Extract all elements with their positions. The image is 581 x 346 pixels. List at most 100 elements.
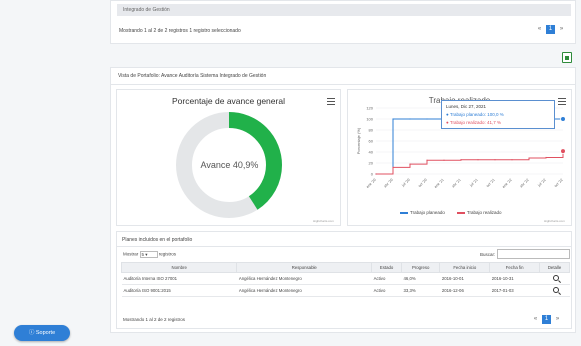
table-row: Auditoría ISO 9001:2015 Angélica Hernánde…	[121, 284, 570, 297]
previous-panel-header: Integrado de Gestión	[117, 4, 571, 16]
search-label: Buscar:	[480, 252, 496, 257]
plans-table-card: Planes incluidos en el portafolio Mostra…	[116, 231, 572, 329]
table-pager: « 1 »	[531, 315, 562, 324]
data-point	[528, 157, 530, 159]
column-header[interactable]: Fecha inicio	[439, 262, 491, 273]
data-point	[511, 159, 513, 161]
x-tick-label: jul '22	[537, 178, 547, 188]
x-tick-label: jul '20	[401, 178, 411, 188]
plans-table-title: Planes incluidos en el portafolio	[122, 237, 193, 243]
detail-cell[interactable]	[539, 284, 570, 297]
column-header[interactable]: Fecha fin	[489, 262, 541, 273]
tooltip-planned: ● Trabajo planeado: 100,0 %	[446, 112, 504, 117]
data-point	[460, 159, 462, 161]
data-point	[392, 118, 394, 120]
x-tick-label: oct '20	[417, 178, 427, 188]
pager-prev[interactable]: «	[531, 315, 540, 324]
data-point	[443, 159, 445, 161]
portfolio-panel: Vista de Portafolio: Avance Auditoría Si…	[110, 67, 576, 333]
progress-donut-card: Porcentaje de avance general Avance 40,9…	[116, 89, 341, 226]
table-cell: Angélica Hernández Montenegro	[236, 272, 372, 285]
table-cell: 2016-10-31	[489, 272, 540, 285]
table-row: Auditoría Interna ISO 27001 Angélica Hern…	[121, 272, 570, 285]
column-header[interactable]: Progreso	[401, 262, 441, 273]
x-tick-label: ene '21	[434, 178, 445, 189]
x-tick-label: oct '22	[553, 178, 563, 188]
line-legend: Trabajo planeado Trabajo realizado	[400, 210, 501, 215]
data-point	[545, 156, 547, 159]
x-tick-label: abr '21	[451, 178, 462, 189]
column-header[interactable]: Detalle	[539, 262, 570, 273]
x-tick-label: jul '21	[469, 178, 479, 188]
table-cell: 46,0%	[401, 272, 440, 285]
line-credit: Highcharts.com	[544, 219, 565, 223]
data-point	[409, 118, 411, 120]
detail-cell[interactable]	[539, 272, 570, 285]
support-button[interactable]: ⓘ Soporte	[14, 325, 70, 341]
table-cell: 2016-10-01	[439, 272, 490, 285]
x-tick-label: ene '22	[502, 178, 513, 189]
highlighted-point	[560, 148, 566, 154]
page-length-control: Mostrar 5 ▾ registros	[123, 251, 177, 258]
table-cell: Activo	[371, 272, 402, 285]
table-cell: Activo	[371, 284, 402, 297]
y-tick-label: 20	[369, 161, 374, 166]
previous-panel-info: Mostrando 1 al 2 de 2 registros 1 regist…	[119, 28, 241, 34]
pager-page-1[interactable]: 1	[546, 25, 555, 34]
legend-item-planned[interactable]: Trabajo planeado	[400, 210, 445, 215]
table-cell: Auditoría ISO 9001:2015	[121, 284, 237, 297]
search-icon[interactable]	[552, 287, 559, 293]
search-icon[interactable]	[552, 275, 559, 281]
search-input[interactable]	[497, 249, 570, 259]
data-point	[477, 159, 479, 161]
y-tick-label: 120	[366, 106, 373, 111]
y-tick-label: 100	[366, 117, 373, 122]
table-cell: 2016-12-06	[439, 284, 490, 297]
chart-tooltip: Lunes, Dic 27, 2021 ● Trabajo planeado: …	[441, 100, 555, 129]
legend-item-done[interactable]: Trabajo realizado	[456, 210, 501, 215]
excel-export-icon[interactable]	[562, 52, 572, 63]
x-tick-label: oct '21	[485, 178, 495, 188]
y-tick-label: 60	[369, 139, 374, 144]
previous-panel: Integrado de Gestión Mostrando 1 al 2 de…	[110, 0, 576, 44]
x-tick-label: abr '22	[519, 178, 530, 189]
highlighted-point	[560, 116, 566, 122]
data-point	[494, 159, 496, 161]
x-tick-label: abr '20	[383, 178, 394, 189]
y-tick-label: 40	[369, 150, 374, 155]
app-frame: Integrado de Gestión Mostrando 1 al 2 de…	[0, 0, 581, 346]
divider	[117, 246, 571, 247]
table-cell: Auditoría Interna ISO 27001	[121, 272, 237, 285]
data-point	[426, 118, 428, 120]
tooltip-done: ● Trabajo realizado: 41,7 %	[446, 120, 501, 125]
sidebar-background	[0, 0, 104, 346]
table-header-row: Nombre Responsable Estado Progreso Fecha ini…	[120, 262, 570, 273]
tooltip-date: Lunes, Dic 27, 2021	[446, 104, 487, 109]
table-cell: 33,3%	[401, 284, 440, 297]
x-tick-label: ene '20	[366, 178, 377, 189]
work-line-chart-card: Trabajo realizado 0 20 40 60 80 100 120 Porcent…	[347, 89, 572, 226]
page-length-select[interactable]: 5 ▾	[139, 251, 158, 258]
plans-table: Nombre Responsable Estado Progreso Fecha ini…	[120, 262, 570, 297]
data-point	[409, 163, 411, 165]
donut-svg	[176, 112, 282, 218]
series-line-done	[376, 151, 564, 175]
column-header[interactable]: Responsable	[236, 262, 373, 273]
pager-prev[interactable]: «	[535, 25, 544, 34]
portfolio-title: Vista de Portafolio: Avance Auditoría Si…	[118, 73, 267, 79]
pager-page-1[interactable]: 1	[542, 315, 551, 324]
pager-next[interactable]: »	[557, 25, 566, 34]
table-body: Auditoría Interna ISO 27001 Angélica Hern…	[121, 272, 570, 297]
data-point	[426, 159, 428, 161]
pager-next[interactable]: »	[553, 315, 562, 324]
column-header[interactable]: Nombre	[120, 262, 238, 273]
divider	[111, 84, 575, 85]
table-cell: Angélica Hernández Montenegro	[236, 284, 372, 297]
data-point	[375, 173, 377, 175]
donut-center-label: Avance 40,9%	[200, 160, 259, 170]
data-point	[392, 166, 394, 168]
table-cell: 2017-01-03	[489, 284, 540, 297]
column-header[interactable]: Estado	[371, 262, 403, 273]
previous-panel-pager: « 1 »	[535, 25, 566, 34]
y-axis-label: Porcentaje (%)	[356, 127, 361, 154]
